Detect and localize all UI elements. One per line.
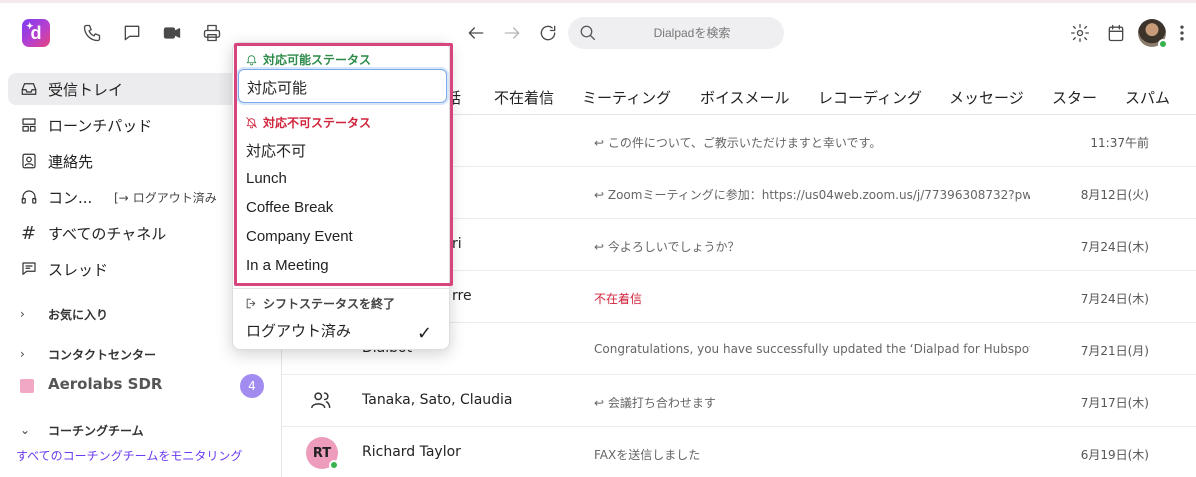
user-avatar[interactable]: [1138, 19, 1168, 49]
logout-icon: [246, 298, 256, 309]
online-status-dot: [329, 460, 339, 470]
unavailable-status-header: 対応不可ステータス: [245, 114, 371, 131]
tab-meetings[interactable]: ミーティング: [582, 87, 671, 108]
status-option-unavailable[interactable]: 対応不可: [246, 140, 306, 161]
search-input[interactable]: [608, 17, 776, 49]
team-color-square: [20, 379, 34, 393]
hash-icon: #: [21, 222, 37, 244]
search-icon: [580, 25, 596, 41]
status-option-company-event[interactable]: Company Event: [246, 228, 353, 245]
table-row[interactable]: RT Richard Taylor FAXを送信しました 6月19日(木): [282, 427, 1196, 477]
checkmark-icon: ✓: [417, 323, 433, 344]
threads-icon: [22, 262, 36, 275]
status-option-in-a-meeting[interactable]: In a Meeting: [246, 257, 329, 274]
inbox-icon: [21, 83, 37, 95]
online-status-dot: [1158, 39, 1168, 49]
avatar: RT: [306, 437, 339, 470]
top-bar: ✦ d: [0, 3, 1196, 63]
status-option-lunch[interactable]: Lunch: [246, 170, 287, 187]
video-icon[interactable]: [160, 21, 184, 45]
status-option-coffee-break[interactable]: Coffee Break: [246, 199, 333, 216]
available-status-header: 対応可能ステータス: [245, 51, 371, 68]
dialpad-app: ✦ d Dialpadを検索 受信トレイ ローンチパッド 連絡先 コン... […: [0, 0, 1196, 477]
tab-spam[interactable]: スパム: [1125, 87, 1170, 108]
headset-icon: [21, 190, 37, 204]
sparkle-icon: ✦: [26, 21, 34, 31]
tab-missed-calls[interactable]: 不在着信: [494, 87, 554, 108]
back-arrow-icon[interactable]: [464, 21, 488, 45]
search-bar[interactable]: [568, 17, 784, 49]
tab-recordings[interactable]: レコーディング: [818, 87, 922, 108]
team-aerolabs-sdr[interactable]: Aerolabs SDR 4: [20, 374, 266, 398]
forward-arrow-icon[interactable]: [500, 21, 524, 45]
chevron-right-icon: ›: [20, 307, 25, 321]
more-icon[interactable]: [1172, 21, 1192, 45]
tab-starred[interactable]: スター: [1052, 87, 1097, 108]
section-coaching[interactable]: ⌄ コーチングチーム: [20, 420, 144, 440]
refresh-icon[interactable]: [536, 21, 560, 45]
chevron-down-icon: ⌄: [20, 423, 31, 437]
section-favorites[interactable]: › お気に入り: [20, 304, 108, 324]
tab-voicemail[interactable]: ボイスメール: [700, 87, 790, 108]
logout-icon: [→: [114, 190, 129, 205]
shift-status-header: シフトステータスを終了: [245, 295, 395, 312]
bell-icon: [246, 55, 257, 66]
status-option-available[interactable]: 対応可能: [238, 69, 447, 103]
settings-icon[interactable]: [1068, 21, 1092, 45]
phone-icon[interactable]: [80, 21, 104, 45]
chat-icon[interactable]: [120, 21, 144, 45]
launchpad-icon: [22, 118, 36, 132]
divider: [233, 288, 449, 289]
table-row[interactable]: Tanaka, Sato, Claudia ↩ 会議打ち合わせます 7月17日(…: [282, 375, 1196, 427]
calendar-icon[interactable]: [1104, 21, 1128, 45]
printer-icon[interactable]: [200, 21, 224, 45]
dialpad-logo[interactable]: ✦ d: [22, 19, 50, 47]
status-dropdown: 対応可能ステータス 対応可能 対応不可ステータス 対応不可 Lunch Coff…: [232, 42, 450, 350]
contacts-icon: [22, 153, 36, 169]
group-icon: [310, 389, 334, 413]
monitor-all-teams-link[interactable]: すべてのコーチングチームをモニタリング: [16, 447, 242, 464]
status-option-logged-out[interactable]: ログアウト済み: [246, 320, 351, 341]
chevron-right-icon: ›: [20, 347, 25, 361]
bell-off-icon: [246, 117, 257, 129]
section-contact-center[interactable]: › コンタクトセンター: [20, 344, 156, 364]
tab-messages[interactable]: メッセージ: [949, 87, 1024, 108]
unread-badge: 4: [240, 374, 264, 398]
